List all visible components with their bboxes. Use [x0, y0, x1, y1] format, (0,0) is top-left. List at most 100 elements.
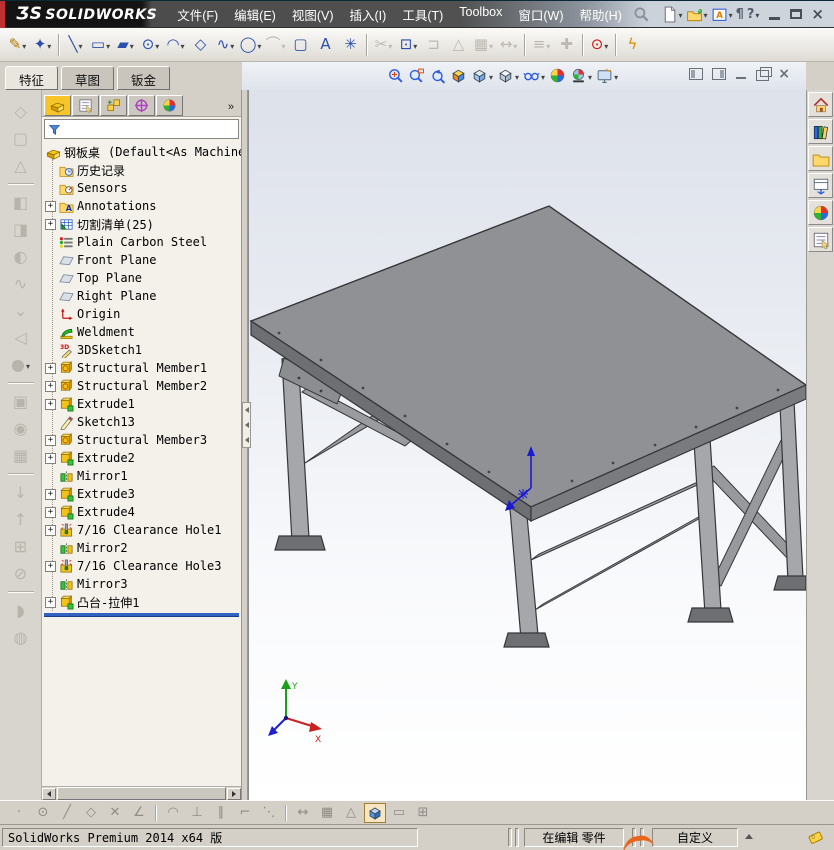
tree-item-structural-member3[interactable]: Structural Member3: [42, 431, 241, 449]
closed-corner-button[interactable]: ◁: [6, 324, 36, 351]
circle-button[interactable]: ⊙: [138, 31, 163, 58]
dropdown-arrow[interactable]: [47, 38, 51, 52]
expander-icon[interactable]: [45, 524, 56, 536]
view-orientation-button[interactable]: [470, 64, 494, 87]
single-viewport-button[interactable]: ▭: [388, 803, 410, 823]
smart-dimension-button[interactable]: ✦: [30, 31, 55, 58]
hem-button[interactable]: ◐: [6, 243, 36, 270]
menu-工具[interactable]: 工具(T): [394, 0, 451, 29]
displaymanager-tab[interactable]: [156, 95, 183, 116]
file-explorer-tab-button[interactable]: [808, 146, 833, 171]
view-settings-button[interactable]: [595, 64, 619, 87]
close-document-button[interactable]: ×: [778, 67, 790, 81]
dropdown-arrow[interactable]: [155, 38, 159, 52]
miter-flange-button[interactable]: ◨: [6, 216, 36, 243]
solidworks-resources-tab-button[interactable]: [808, 92, 833, 117]
expander-icon[interactable]: [45, 506, 56, 518]
tree-item-annotations[interactable]: A Annotations: [42, 197, 241, 215]
dropdown-arrow[interactable]: [541, 69, 545, 83]
featuremanager-tree-tab[interactable]: [44, 95, 71, 116]
expander-icon[interactable]: [45, 452, 56, 464]
extruded-cut-button[interactable]: ▣: [6, 388, 36, 415]
point-button[interactable]: ✳: [338, 31, 363, 58]
dropdown-arrow[interactable]: [181, 38, 185, 52]
dropdown-arrow[interactable]: [106, 38, 110, 52]
sketched-bend-button[interactable]: ⌄: [6, 297, 36, 324]
dropdown-arrow[interactable]: [79, 38, 83, 52]
dropdown-arrow[interactable]: [704, 7, 708, 21]
vent-button[interactable]: ▦: [6, 442, 36, 469]
tree-item-25[interactable]: 切割清单(25): [42, 215, 241, 233]
straight-slot-button[interactable]: ▰: [113, 31, 138, 58]
dropdown-arrow[interactable]: [257, 38, 261, 52]
custom-properties-tag-icon[interactable]: [806, 828, 825, 847]
no-bends-button[interactable]: ⊘: [6, 560, 36, 587]
pane-right-button[interactable]: [712, 68, 727, 80]
dropdown-arrow[interactable]: [388, 38, 392, 52]
tree-item-extrude2[interactable]: Extrude2: [42, 449, 241, 467]
text-button[interactable]: A: [313, 31, 338, 58]
dropdown-arrow[interactable]: [413, 38, 417, 52]
tree-item-sketch13[interactable]: Sketch13: [42, 413, 241, 431]
snap-to-points-button[interactable]: ⋱: [258, 803, 280, 823]
design-library-tab-button[interactable]: [808, 119, 833, 144]
previous-view-button[interactable]: [428, 64, 447, 87]
menu-文件[interactable]: 文件(F): [169, 0, 226, 29]
expander-icon[interactable]: [45, 560, 56, 572]
tree-item-3dsketch1[interactable]: 3D 3DSketch1: [42, 341, 241, 359]
shaded-view-button[interactable]: [364, 802, 386, 823]
snap-line-button[interactable]: ╱: [56, 803, 78, 823]
dropdown-arrow[interactable]: [513, 38, 517, 52]
tree-item-structural-member1[interactable]: Structural Member1: [42, 359, 241, 377]
menu-帮助[interactable]: 帮助(H): [572, 0, 630, 29]
menu-编辑[interactable]: 编辑(E): [226, 0, 284, 29]
properties-button[interactable]: ¶: [735, 3, 745, 25]
fold-button[interactable]: ↑: [6, 506, 36, 533]
tree-root[interactable]: 钢板桌 (Default<As Machined>: [42, 143, 241, 161]
tree-item-7-16-clearance-hole1[interactable]: 7/16 Clearance Hole1: [42, 521, 241, 539]
no-external-references-button[interactable]: ⊙: [587, 31, 612, 58]
jog-button[interactable]: ∿: [6, 270, 36, 297]
panel-overflow-chevron[interactable]: »: [223, 101, 239, 116]
scroll-right-arrow[interactable]: [227, 787, 241, 800]
expander-icon[interactable]: [45, 200, 56, 212]
forming-tool-button[interactable]: ●: [6, 351, 36, 378]
tree-item-7-16-clearance-hole3[interactable]: 7/16 Clearance Hole3: [42, 557, 241, 575]
panel-horizontal-scrollbar[interactable]: [42, 786, 241, 800]
tab-特征[interactable]: 特征: [5, 66, 59, 90]
solidworks-resources-button[interactable]: A: [710, 3, 734, 25]
dropdown-arrow[interactable]: [515, 69, 519, 83]
tree-item-extrude4[interactable]: Extrude4: [42, 503, 241, 521]
insert-bends-button[interactable]: ◇: [6, 98, 36, 125]
scroll-left-arrow[interactable]: [42, 787, 56, 800]
tree-item-row-0[interactable]: 历史记录: [42, 161, 241, 179]
lofted-bend-button[interactable]: △: [6, 152, 36, 179]
tree-item-top-plane[interactable]: Top Plane: [42, 269, 241, 287]
expander-icon[interactable]: [45, 398, 56, 410]
tree-item-extrude3[interactable]: Extrude3: [42, 485, 241, 503]
base-flange-button[interactable]: ▢: [6, 125, 36, 152]
four-viewports-button[interactable]: ⊞: [412, 803, 434, 823]
expander-icon[interactable]: [45, 488, 56, 500]
minimize-button[interactable]: [768, 9, 781, 20]
tree-item-mirror2[interactable]: Mirror2: [42, 539, 241, 557]
tree-item-structural-member2[interactable]: Structural Member2: [42, 377, 241, 395]
snap-intersection-button[interactable]: ✕: [104, 803, 126, 823]
snap-points-button[interactable]: ·: [8, 803, 30, 823]
snap-midpoint-button[interactable]: ◇: [80, 803, 102, 823]
minimize-document-button[interactable]: [735, 69, 747, 79]
snap-length-button[interactable]: ↔: [292, 803, 314, 823]
configurationmanager-tab[interactable]: [100, 95, 127, 116]
dropdown-arrow[interactable]: [588, 69, 592, 83]
tree-item-front-plane[interactable]: Front Plane: [42, 251, 241, 269]
tree-item-plain-carbon-steel[interactable]: Plain Carbon Steel: [42, 233, 241, 251]
pane-left-button[interactable]: [689, 68, 704, 80]
hide-show-items-button[interactable]: [522, 64, 546, 87]
customize-arrow-icon[interactable]: [745, 834, 753, 839]
convert-to-sheet-metal-button[interactable]: ◍: [6, 624, 36, 651]
restore-document-button[interactable]: [756, 67, 773, 81]
tree-item-origin[interactable]: Origin: [42, 305, 241, 323]
search-icon[interactable]: [632, 5, 650, 23]
graphics-viewport[interactable]: Y X: [248, 90, 806, 800]
spline-button[interactable]: ∿: [213, 31, 238, 58]
